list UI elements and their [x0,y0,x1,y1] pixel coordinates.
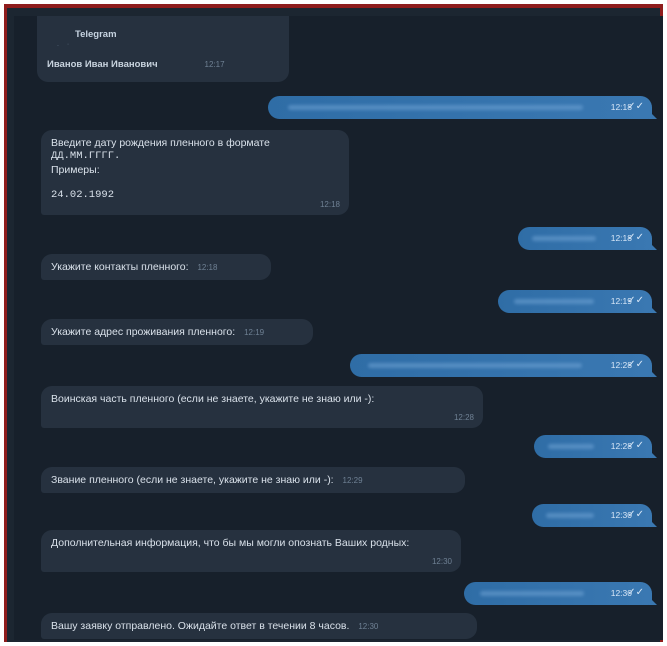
bubble-tail [649,111,657,119]
double-check-icon: ✓✓ [627,295,644,306]
message-time: 12:18 [319,199,340,209]
chat-history: Telegram . · Иванов Иван Иванович 12:17 … [14,16,663,640]
redacted-text [532,236,596,241]
bubble-tail [649,305,657,313]
forward-dots: . · [57,41,73,49]
double-check-icon: ✓✓ [627,587,644,598]
message-time: 12:17 [204,60,225,70]
double-check-icon: ✓✓ [627,359,644,370]
message-line: ДД.ММ.ГГГГ. [51,150,121,163]
outgoing-message[interactable]: 12:19 ✓✓ [498,290,657,313]
sender-name: Иванов Иван Иванович [47,59,158,71]
message-line-blank [51,177,339,189]
bubble-tail [649,597,657,605]
redacted-text [480,591,584,596]
message-line: 24.02.1992 [51,189,115,202]
message-time: 12:30 [431,556,452,566]
outgoing-message[interactable]: 12:30 ✓✓ [464,582,657,605]
outgoing-message[interactable]: 12:28 ✓✓ [350,354,657,377]
redacted-text [546,513,594,518]
forward-source-title: Telegram [75,29,117,40]
message-text: Укажите контакты пленного: [51,261,189,273]
outgoing-message[interactable]: 12:18 ✓✓ [268,96,657,119]
incoming-message[interactable]: Укажите адрес проживания пленного: 12:19 [41,319,313,345]
message-text: Укажите адрес проживания пленного: [51,326,236,338]
message-text: Звание пленного (если не знаете, укажите… [51,474,334,486]
message-text: Вашу заявку отправлено. Ожидайте ответ в… [51,620,350,632]
redacted-text [368,363,582,368]
outgoing-message[interactable]: 12:30 ✓✓ [532,504,657,527]
message-time: 12:30 [358,622,379,631]
double-check-icon: ✓✓ [627,232,644,243]
incoming-message[interactable]: Укажите контакты пленного: 12:18 [41,254,271,280]
redacted-text [514,299,594,304]
forwarded-message[interactable]: Telegram . · Иванов Иван Иванович 12:17 [37,16,289,82]
outgoing-message[interactable]: 12:28 ✓✓ [534,435,657,458]
message-time: 12:18 [197,263,218,272]
bubble-tail [649,450,657,458]
incoming-message[interactable]: Вашу заявку отправлено. Ожидайте ответ в… [41,613,477,639]
message-line: Примеры: [51,163,100,176]
bubble-tail [649,242,657,250]
redacted-text [548,444,594,449]
outgoing-message[interactable]: 12:18 ✓✓ [518,227,657,250]
bubble-tail [649,369,657,377]
bubble-tail [649,519,657,527]
message-time: 12:29 [342,476,363,485]
message-text: Дополнительная информация, что бы мы мог… [51,537,410,549]
message-line: Введите дату рождения пленного в формате [51,137,270,149]
double-check-icon: ✓✓ [627,509,644,520]
screenshot-frame: Telegram . · Иванов Иван Иванович 12:17 … [4,4,663,642]
incoming-message[interactable]: Воинская часть пленного (если не знаете,… [41,386,483,428]
double-check-icon: ✓✓ [627,101,644,112]
double-check-icon: ✓✓ [627,440,644,451]
incoming-message[interactable]: Дополнительная информация, что бы мы мог… [41,530,461,572]
incoming-message[interactable]: Введите дату рождения пленного в формате… [41,130,349,215]
incoming-message[interactable]: Звание пленного (если не знаете, укажите… [41,467,465,493]
message-time: 12:28 [453,412,474,422]
message-text: Воинская часть пленного (если не знаете,… [51,393,375,405]
message-time: 12:19 [244,328,265,337]
redacted-text [288,105,583,110]
